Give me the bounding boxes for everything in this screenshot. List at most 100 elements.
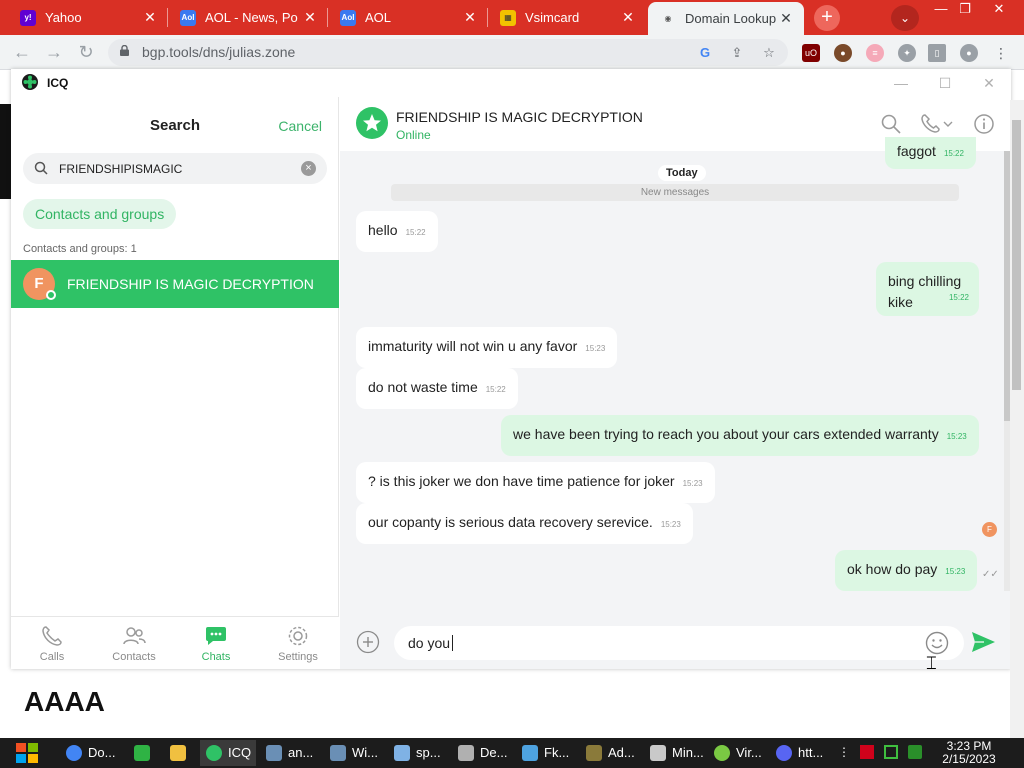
volume-icon[interactable] <box>908 745 922 759</box>
scrollbar-thumb[interactable] <box>1012 120 1021 390</box>
windows-start-icon[interactable] <box>12 740 42 766</box>
taskbar-item[interactable]: De... <box>452 740 514 766</box>
forward-icon[interactable]: → <box>42 41 66 65</box>
nav-label: Settings <box>278 651 318 663</box>
nav-contacts[interactable]: Contacts <box>93 617 175 670</box>
taskbar-item[interactable] <box>128 740 162 766</box>
taskbar-item[interactable]: ICQ <box>200 740 256 766</box>
taskbar-item[interactable]: sp... <box>388 740 450 766</box>
app-icon <box>522 745 538 761</box>
search-icon[interactable] <box>880 113 902 135</box>
nav-label: Calls <box>39 651 65 663</box>
nav-calls[interactable]: Calls <box>11 617 93 670</box>
ublock-icon[interactable]: uO <box>802 44 820 62</box>
bookmark-star-icon[interactable]: ☆ <box>760 44 778 62</box>
restore-icon[interactable]: ❐ <box>950 0 980 20</box>
share-icon[interactable]: ⇪ <box>728 44 746 62</box>
info-icon[interactable] <box>973 113 995 135</box>
message-time: 15:23 <box>946 432 967 441</box>
search-result-row[interactable]: F FRIENDSHIP IS MAGIC DECRYPTION <box>11 260 339 308</box>
message-incoming[interactable]: ? is this joker we don have time patienc… <box>356 462 715 503</box>
close-icon[interactable]: ✕ <box>979 73 999 93</box>
emoji-icon[interactable] <box>925 631 949 655</box>
close-icon[interactable]: ✕ <box>620 9 636 26</box>
browser-tab-active[interactable]: ◉ Domain Lookup - ✕ <box>648 2 804 35</box>
message-outgoing[interactable]: we have been trying to reach you about y… <box>501 415 979 456</box>
close-icon[interactable]: ✕ <box>302 9 318 26</box>
clear-search-icon[interactable]: × <box>301 161 316 176</box>
browser-tab[interactable]: Aol AOL ✕ <box>328 0 488 35</box>
taskbar-item[interactable]: Do... <box>60 740 122 766</box>
cancel-button[interactable]: Cancel <box>278 118 322 134</box>
tab-search-button[interactable]: ⌄ <box>891 5 919 31</box>
maximize-icon[interactable]: ☐ <box>935 73 955 93</box>
network-icon <box>330 745 346 761</box>
system-clock[interactable]: 3:23 PM 2/15/2023 <box>936 740 1002 766</box>
avatar[interactable] <box>356 107 388 139</box>
tab-title: Domain Lookup - <box>685 11 778 26</box>
icq-window: ICQ — ☐ ✕ Search Cancel FRIENDSHIPISMAGI… <box>11 69 1011 669</box>
chat-title[interactable]: FRIENDSHIP IS MAGIC DECRYPTION <box>396 109 643 125</box>
bottom-nav: Calls Contacts Chats Settings <box>11 616 339 669</box>
filter-chip-contacts-groups[interactable]: Contacts and groups <box>23 199 177 229</box>
address-bar[interactable]: bgp.tools/dns/julias.zone G ⇪ ☆ <box>108 39 788 66</box>
gear-icon <box>288 626 308 646</box>
add-attachment-icon[interactable] <box>356 630 380 654</box>
phone-icon[interactable] <box>920 113 942 135</box>
send-icon[interactable] <box>970 630 996 654</box>
taskbar-item[interactable]: an... <box>260 740 322 766</box>
taskbar-item[interactable]: Fk... <box>516 740 578 766</box>
close-icon[interactable]: ✕ <box>142 9 158 26</box>
taskbar-item[interactable] <box>164 740 198 766</box>
taskbar-item[interactable]: Min... <box>644 740 708 766</box>
tab-title: AOL - News, Po <box>205 10 298 25</box>
google-icon[interactable]: G <box>696 44 714 62</box>
message-outgoing[interactable]: bing chilling kike 15:22 <box>876 262 979 316</box>
close-icon[interactable]: ✕ <box>462 9 478 26</box>
search-value[interactable]: FRIENDSHIPISMAGIC <box>59 162 182 176</box>
kebab-menu-icon[interactable]: ⋮ <box>992 44 1010 62</box>
message-outgoing[interactable]: faggot 15:22 <box>885 137 976 169</box>
close-icon[interactable]: ✕ <box>778 10 794 27</box>
browser-tab[interactable]: Aol AOL - News, Po ✕ <box>168 0 328 35</box>
message-incoming[interactable]: hello 15:22 <box>356 211 438 252</box>
taskbar-item[interactable]: Vir... <box>708 740 770 766</box>
puzzle-icon[interactable]: ✦ <box>898 44 916 62</box>
side-panel-icon[interactable]: ▯ <box>928 44 946 62</box>
star-icon <box>363 114 381 132</box>
reload-icon[interactable]: ↻ <box>74 41 98 65</box>
taskbar-label: Ad... <box>608 745 635 760</box>
extension-flag-icon[interactable]: ≡ <box>866 44 884 62</box>
message-outgoing[interactable]: ok how do pay 15:23 <box>835 550 978 591</box>
message-time: 15:23 <box>585 344 606 353</box>
nav-chats[interactable]: Chats <box>175 617 257 670</box>
message-incoming[interactable]: our copanty is serious data recovery ser… <box>356 503 693 544</box>
nav-settings[interactable]: Settings <box>257 617 339 670</box>
close-window-icon[interactable]: ✕ <box>984 0 1014 20</box>
url-text[interactable]: bgp.tools/dns/julias.zone <box>142 44 295 60</box>
message-incoming[interactable]: do not waste time 15:22 <box>356 368 518 409</box>
profile-icon[interactable]: ● <box>960 44 978 62</box>
search-input[interactable]: FRIENDSHIPISMAGIC × <box>23 153 327 184</box>
extension-avatar-icon[interactable]: ● <box>834 44 852 62</box>
taskbar-item[interactable]: Ad... <box>580 740 642 766</box>
new-tab-button[interactable]: + <box>814 5 840 31</box>
taskbar-label: ICQ <box>228 745 252 760</box>
minimize-icon[interactable]: — <box>891 73 911 93</box>
overflow-icon[interactable]: ⋮ <box>838 745 852 759</box>
back-icon[interactable]: ← <box>10 41 34 65</box>
notes-icon <box>134 745 150 761</box>
message-input-text[interactable]: do you <box>408 635 454 651</box>
browser-tab[interactable]: ▦ Vsimcard ✕ <box>488 0 646 35</box>
app-icon <box>266 745 282 761</box>
taskbar-item[interactable]: htt... <box>770 740 832 766</box>
browser-tab[interactable]: y! Yahoo ✕ <box>8 0 168 35</box>
message-incoming[interactable]: immaturity will not win u any favor 15:23 <box>356 327 618 368</box>
monitor-icon[interactable] <box>884 745 898 759</box>
taskbar-item[interactable]: Wi... <box>324 740 386 766</box>
chevron-down-icon[interactable] <box>943 120 953 128</box>
flag-icon[interactable] <box>860 745 874 759</box>
page-scrollbar[interactable] <box>1010 100 1024 738</box>
aol-icon: Aol <box>180 9 196 26</box>
message-input[interactable]: do you <box>394 626 964 660</box>
